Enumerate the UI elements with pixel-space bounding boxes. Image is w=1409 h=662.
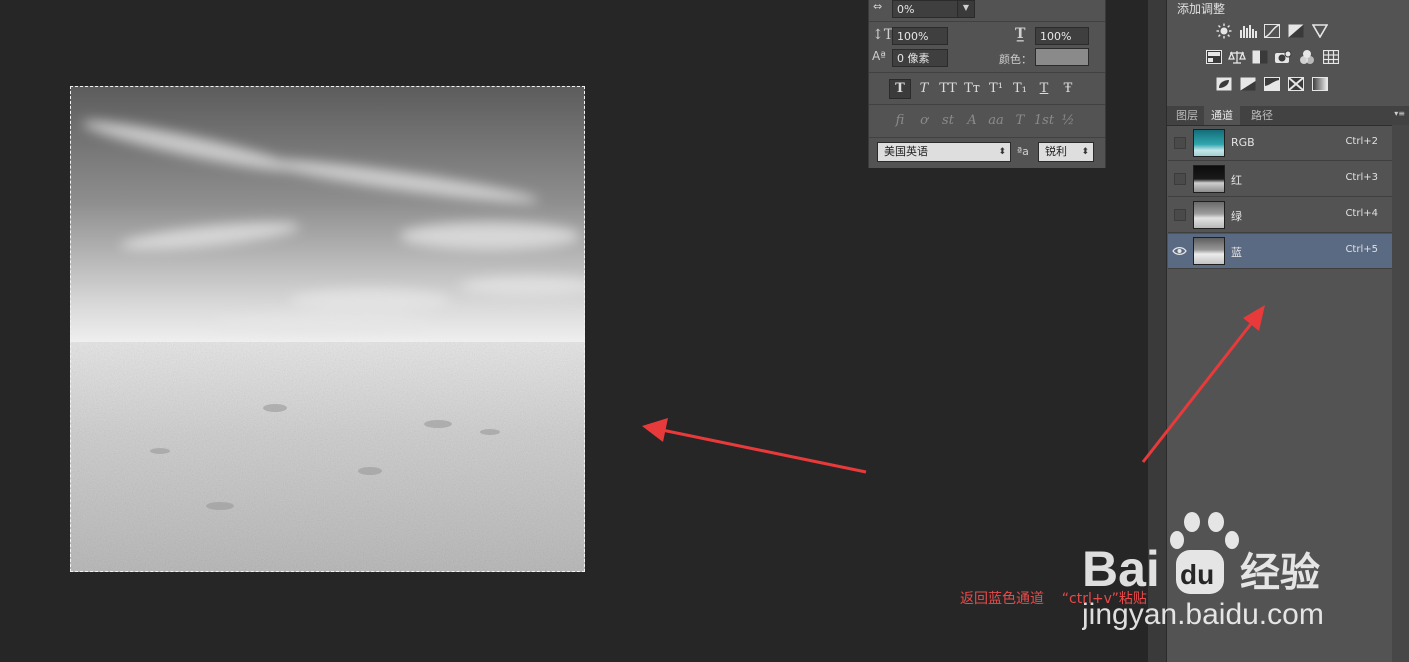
arrow-shaft bbox=[1141, 319, 1256, 463]
arrow-head bbox=[1243, 305, 1265, 331]
watermark-du: du bbox=[1180, 559, 1214, 590]
arrow-head bbox=[642, 418, 668, 442]
watermark-product: 经验 bbox=[1240, 550, 1320, 596]
arrow-to-canvas bbox=[642, 418, 867, 474]
annotation-caption: 返回蓝色通道 “ctrl+v”粘贴 bbox=[960, 591, 1147, 607]
paw-icon bbox=[1170, 512, 1239, 549]
arrow-shaft bbox=[661, 428, 867, 474]
arrow-to-blue-channel bbox=[1141, 305, 1265, 463]
baidu-jingyan-watermark: Bai du 经验 jingyan.baidu.com bbox=[1082, 512, 1324, 631]
